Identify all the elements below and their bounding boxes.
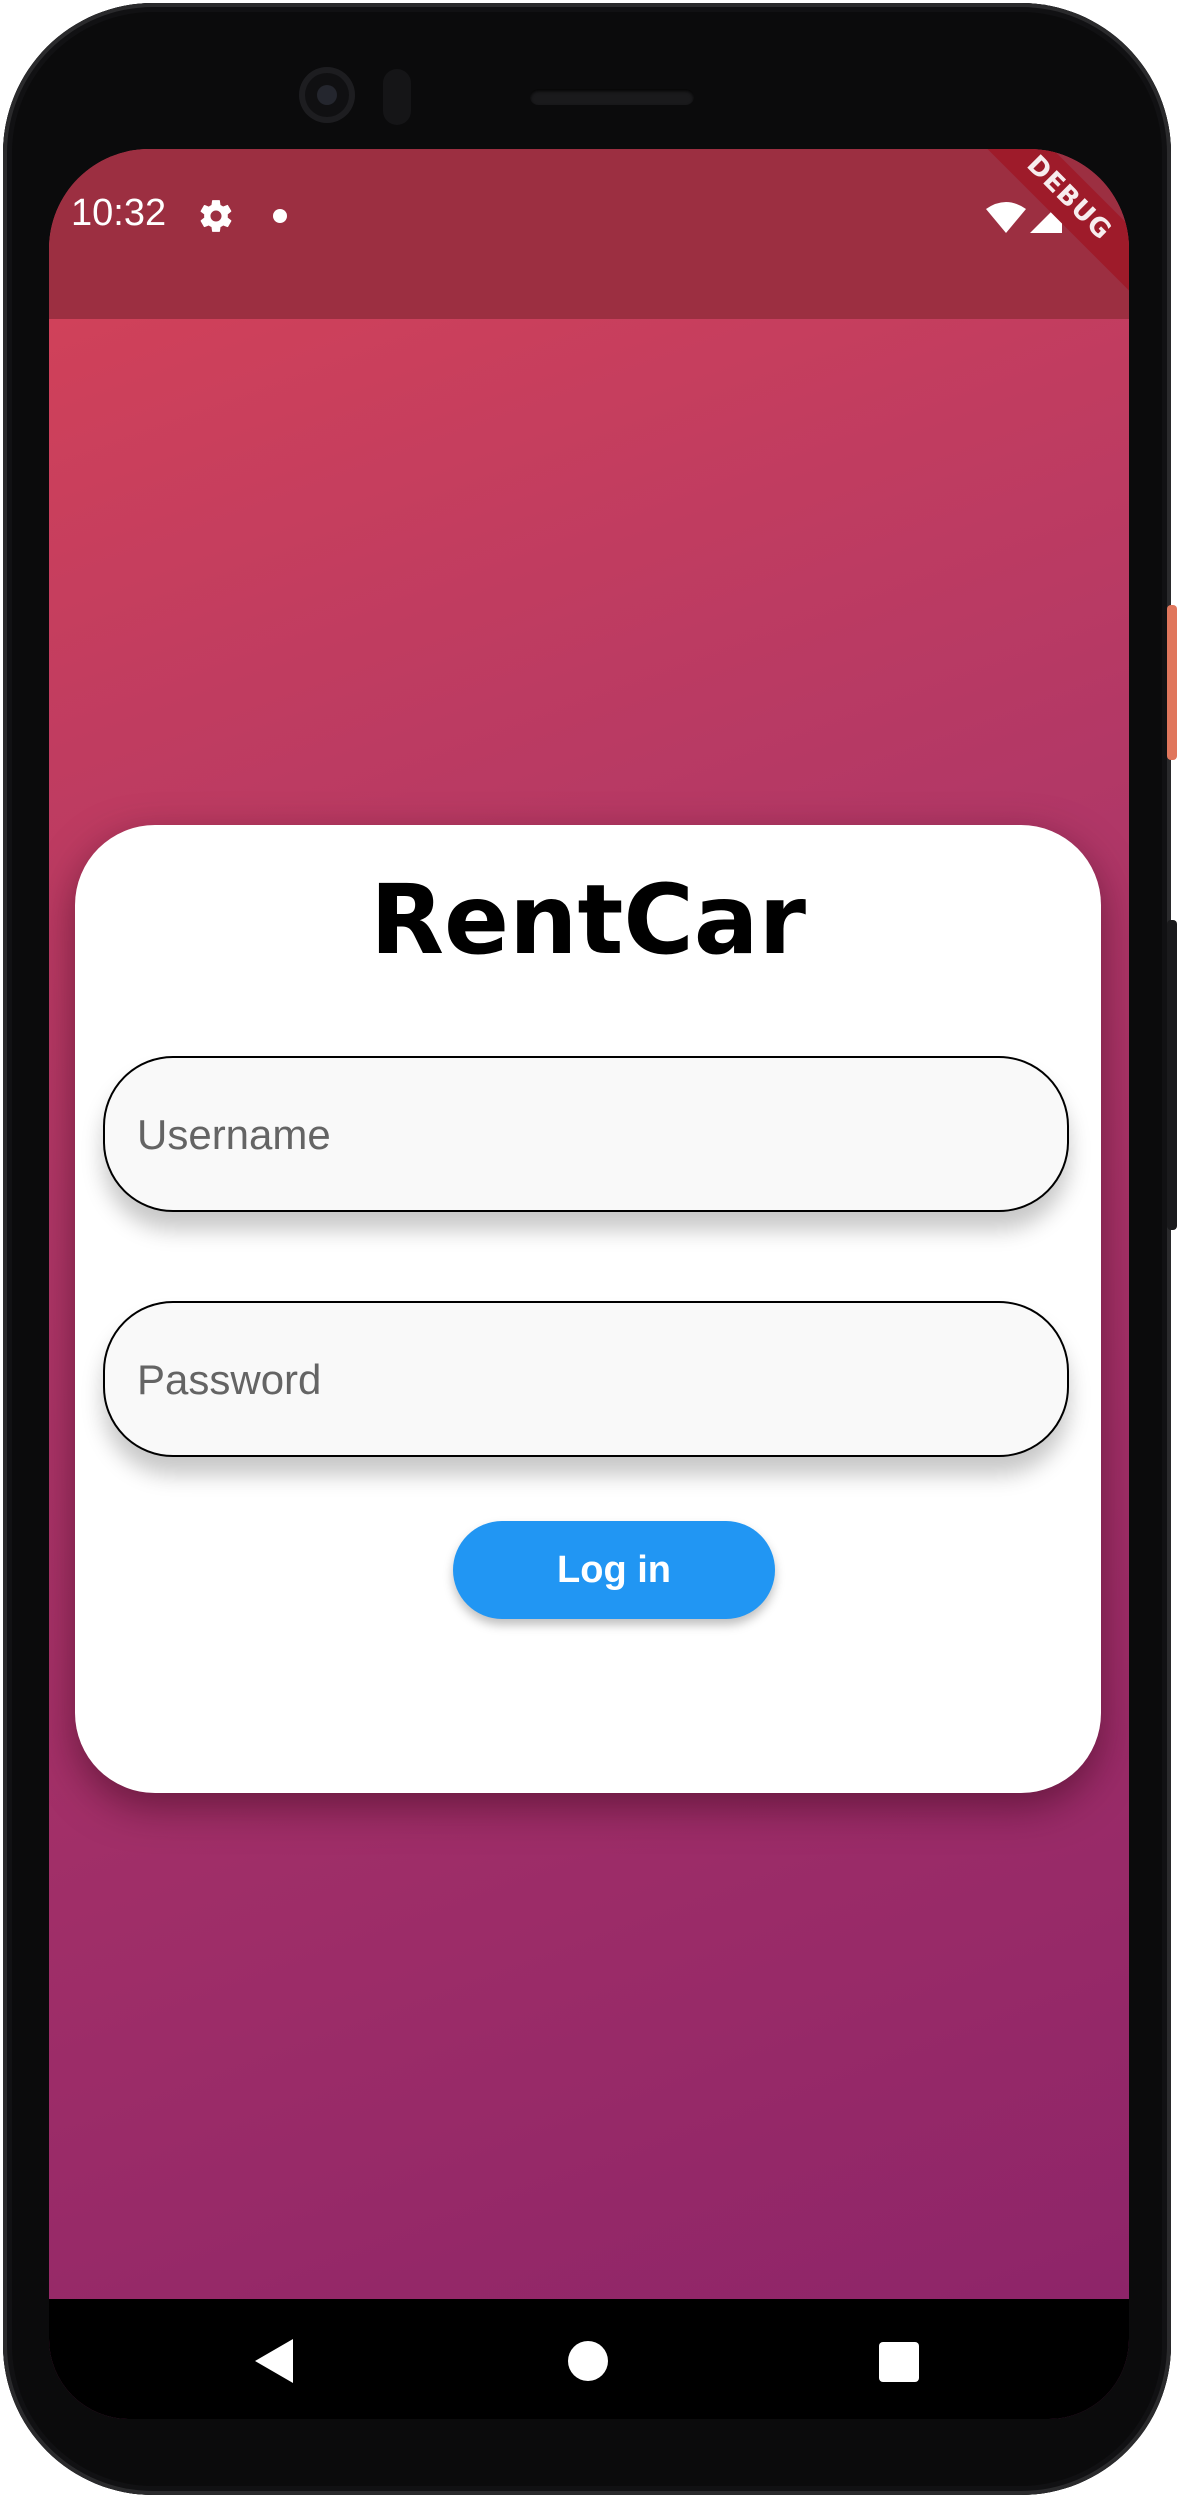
volume-button [1167,920,1177,1230]
camera-lens [317,85,337,105]
app-title: RentCar [370,864,806,976]
username-field[interactable] [103,1056,1069,1212]
home-icon[interactable] [568,2341,608,2381]
phone-frame: 10:32 DEBUG RentCar Log in [3,3,1171,2495]
navigation-bar [49,2299,1129,2419]
back-icon[interactable] [253,2337,297,2385]
status-bar: 10:32 DEBUG [49,149,1129,319]
settings-icon [200,200,232,232]
notification-dot-icon [273,209,287,223]
login-button[interactable]: Log in [453,1521,775,1619]
recents-icon[interactable] [879,2342,919,2382]
password-field[interactable] [103,1301,1069,1457]
status-time: 10:32 [71,192,167,234]
earpiece-speaker [530,89,694,105]
login-card: RentCar Log in [75,825,1101,1793]
front-camera [299,67,355,123]
wifi-icon [986,202,1026,233]
power-button [1167,605,1177,760]
app-screen: 10:32 DEBUG RentCar Log in [49,149,1129,2419]
proximity-sensor [383,69,411,125]
password-input[interactable] [135,1303,1039,1457]
username-input[interactable] [135,1058,1039,1212]
